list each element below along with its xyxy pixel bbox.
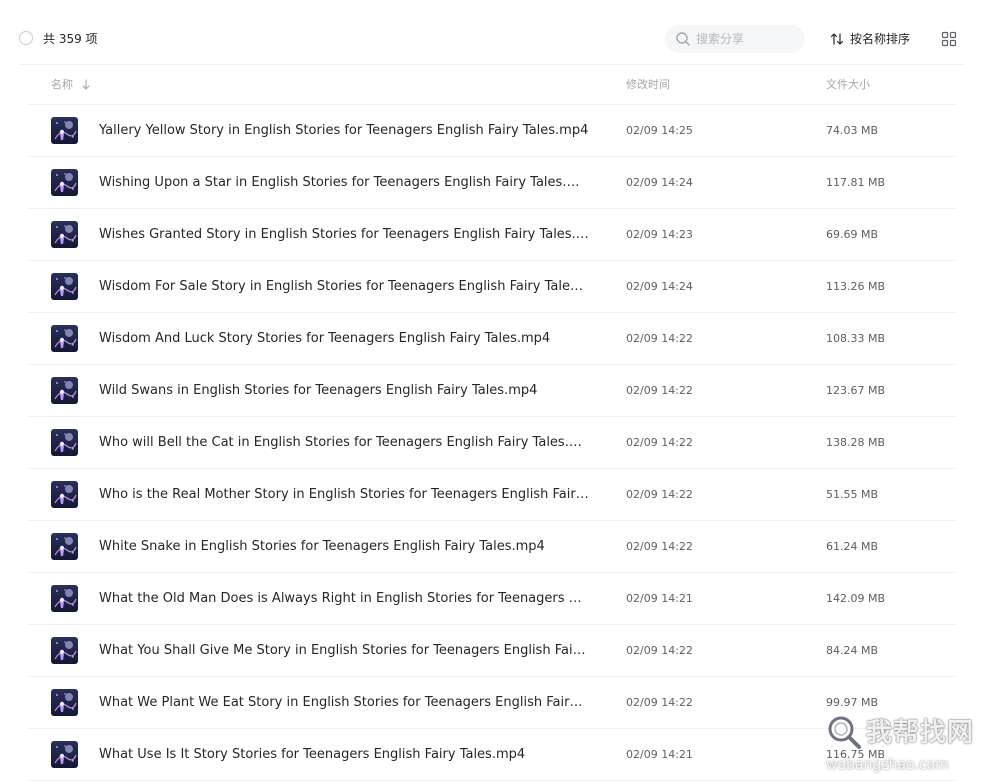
file-name[interactable]: Yallery Yellow Story in English Stories … bbox=[99, 122, 589, 140]
grid-view-icon[interactable] bbox=[941, 31, 957, 47]
search-icon bbox=[676, 32, 690, 46]
search-box[interactable] bbox=[665, 25, 805, 53]
file-row[interactable]: Wishing Upon a Star in English Stories f… bbox=[28, 157, 956, 209]
search-input[interactable] bbox=[696, 32, 796, 46]
column-header-modified[interactable]: 修改时间 bbox=[626, 78, 670, 92]
video-thumbnail bbox=[51, 325, 78, 352]
file-name[interactable]: What the Old Man Does is Always Right in… bbox=[99, 590, 589, 608]
toolbar: 共 359 项 按名称排序 bbox=[0, 0, 981, 64]
file-size: 138.28 MB bbox=[826, 436, 886, 449]
file-modified-time: 02/09 14:24 bbox=[626, 176, 693, 189]
video-thumbnail bbox=[51, 481, 78, 508]
column-header-size[interactable]: 文件大小 bbox=[826, 78, 870, 92]
file-name[interactable]: What We Plant We Eat Story in English St… bbox=[99, 694, 589, 712]
video-thumbnail bbox=[51, 533, 78, 560]
file-name[interactable]: Wishing Upon a Star in English Stories f… bbox=[99, 174, 589, 192]
file-row[interactable]: What We Plant We Eat Story in English St… bbox=[28, 677, 956, 729]
video-thumbnail bbox=[51, 689, 78, 716]
file-size: 123.67 MB bbox=[826, 384, 886, 397]
video-thumbnail bbox=[51, 273, 78, 300]
file-modified-time: 02/09 14:22 bbox=[626, 540, 693, 553]
file-modified-time: 02/09 14:21 bbox=[626, 592, 693, 605]
file-size: 116.75 MB bbox=[826, 748, 886, 761]
file-modified-time: 02/09 14:22 bbox=[626, 488, 693, 501]
video-thumbnail bbox=[51, 585, 78, 612]
file-modified-time: 02/09 14:22 bbox=[626, 384, 693, 397]
file-name[interactable]: Who is the Real Mother Story in English … bbox=[99, 486, 589, 504]
sort-by-name-button[interactable]: 按名称排序 bbox=[829, 30, 910, 48]
file-row[interactable]: What Use Is It Story Stories for Teenage… bbox=[28, 729, 956, 781]
column-header-name-label: 名称 bbox=[51, 78, 73, 91]
file-name[interactable]: What Use Is It Story Stories for Teenage… bbox=[99, 746, 589, 764]
video-thumbnail bbox=[51, 221, 78, 248]
file-modified-time: 02/09 14:22 bbox=[626, 696, 693, 709]
file-row[interactable]: What You Shall Give Me Story in English … bbox=[28, 625, 956, 677]
file-size: 108.33 MB bbox=[826, 332, 886, 345]
file-modified-time: 02/09 14:22 bbox=[626, 644, 693, 657]
file-modified-time: 02/09 14:21 bbox=[626, 748, 693, 761]
file-name[interactable]: Wild Swans in English Stories for Teenag… bbox=[99, 382, 589, 400]
column-header-name[interactable]: 名称 bbox=[51, 78, 91, 92]
video-thumbnail bbox=[51, 741, 78, 768]
file-size: 69.69 MB bbox=[826, 228, 879, 241]
item-count-label: 共 359 项 bbox=[43, 32, 98, 46]
file-row[interactable]: Wishes Granted Story in English Stories … bbox=[28, 209, 956, 261]
select-all-checkbox[interactable] bbox=[19, 31, 33, 45]
file-name[interactable]: Wishes Granted Story in English Stories … bbox=[99, 226, 589, 244]
file-modified-time: 02/09 14:25 bbox=[626, 124, 693, 137]
file-size: 74.03 MB bbox=[826, 124, 879, 137]
file-name[interactable]: Wisdom And Luck Story Stories for Teenag… bbox=[99, 330, 589, 348]
arrow-down-icon bbox=[82, 79, 90, 90]
file-name[interactable]: White Snake in English Stories for Teena… bbox=[99, 538, 589, 556]
file-row[interactable]: White Snake in English Stories for Teena… bbox=[28, 521, 956, 573]
video-thumbnail bbox=[51, 637, 78, 664]
file-row[interactable]: Wisdom And Luck Story Stories for Teenag… bbox=[28, 313, 956, 365]
file-modified-time: 02/09 14:23 bbox=[626, 228, 693, 241]
file-modified-time: 02/09 14:24 bbox=[626, 280, 693, 293]
file-modified-time: 02/09 14:22 bbox=[626, 436, 693, 449]
file-list: Yallery Yellow Story in English Stories … bbox=[28, 105, 956, 781]
file-size: 99.97 MB bbox=[826, 696, 879, 709]
file-size: 51.55 MB bbox=[826, 488, 879, 501]
file-size: 142.09 MB bbox=[826, 592, 886, 605]
file-row[interactable]: Yallery Yellow Story in English Stories … bbox=[28, 105, 956, 157]
file-row[interactable]: Wisdom For Sale Story in English Stories… bbox=[28, 261, 956, 313]
file-name[interactable]: Who will Bell the Cat in English Stories… bbox=[99, 434, 589, 452]
file-row[interactable]: Wild Swans in English Stories for Teenag… bbox=[28, 365, 956, 417]
sort-label: 按名称排序 bbox=[850, 32, 911, 46]
video-thumbnail bbox=[51, 377, 78, 404]
file-size: 84.24 MB bbox=[826, 644, 879, 657]
sort-icon bbox=[830, 33, 844, 45]
file-row[interactable]: What the Old Man Does is Always Right in… bbox=[28, 573, 956, 625]
video-thumbnail bbox=[51, 117, 78, 144]
video-thumbnail bbox=[51, 169, 78, 196]
share-file-browser: 共 359 项 按名称排序 名称 bbox=[0, 0, 981, 783]
file-name[interactable]: Wisdom For Sale Story in English Stories… bbox=[99, 278, 589, 296]
list-header: 名称 修改时间 文件大小 bbox=[28, 65, 956, 105]
file-name[interactable]: What You Shall Give Me Story in English … bbox=[99, 642, 589, 660]
file-size: 61.24 MB bbox=[826, 540, 879, 553]
file-row[interactable]: Who is the Real Mother Story in English … bbox=[28, 469, 956, 521]
file-row[interactable]: Who will Bell the Cat in English Stories… bbox=[28, 417, 956, 469]
file-size: 117.81 MB bbox=[826, 176, 886, 189]
file-modified-time: 02/09 14:22 bbox=[626, 332, 693, 345]
video-thumbnail bbox=[51, 429, 78, 456]
file-size: 113.26 MB bbox=[826, 280, 886, 293]
